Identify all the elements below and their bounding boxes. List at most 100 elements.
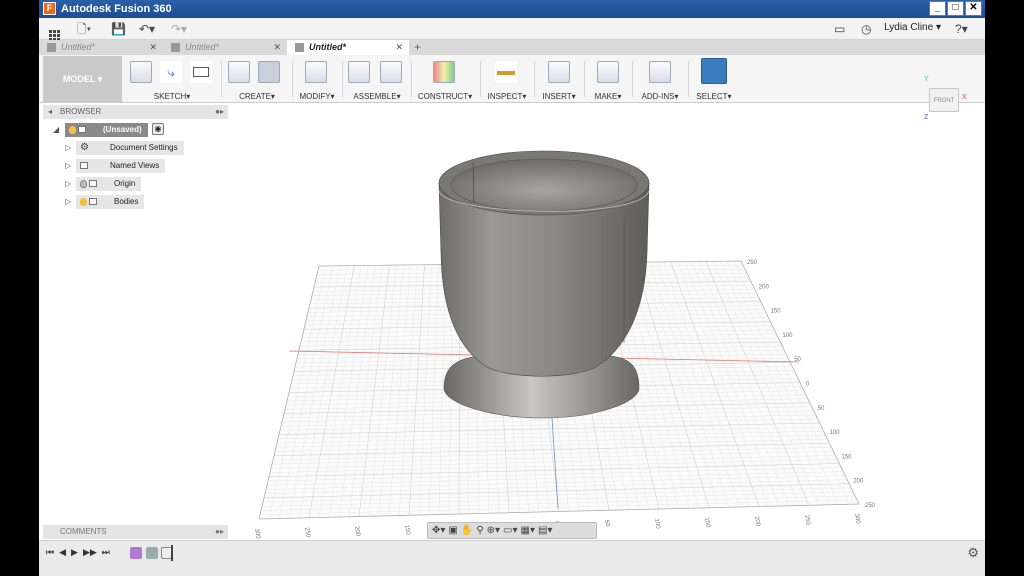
measure-icon[interactable] [495, 61, 517, 83]
minimize-button[interactable]: _ [929, 1, 946, 16]
insert-label: INSERT [542, 92, 572, 101]
modify-label: MODIFY [299, 92, 331, 101]
create-menu[interactable]: CREATE▾ [225, 92, 289, 101]
form-icon[interactable] [258, 61, 280, 83]
document-tab-1[interactable]: Untitled* ✕ [39, 40, 163, 55]
document-tab-2[interactable]: Untitled* ✕ [163, 40, 287, 55]
workspace-switcher[interactable]: MODEL ▾ [43, 56, 122, 102]
3d-print-icon[interactable] [597, 61, 619, 83]
divider [411, 61, 412, 97]
navigation-bar: ✥▾ ▣ ✋ ⚲ ⊕▾ ▭▾ ▦▾ ▤▾ [427, 522, 597, 539]
close-tab-icon[interactable]: ✕ [273, 40, 281, 55]
display-settings-icon[interactable]: ▭▾ [503, 525, 517, 536]
close-button[interactable]: ✕ [965, 1, 982, 16]
grid-tick-label: 50 [603, 520, 610, 528]
form-feature-icon[interactable] [130, 547, 142, 559]
divider [534, 61, 535, 97]
grid-tick-label: 0 [806, 382, 810, 388]
design-canvas[interactable]: 250 200 150 100 50 0 50 100 150 200 250 300 250 200 1… [39, 103, 985, 540]
make-menu[interactable]: MAKE▾ [587, 92, 629, 101]
go-to-start-icon[interactable]: ⏮ [46, 547, 54, 558]
view-cube[interactable]: Y FRONT X Z [924, 76, 974, 121]
offset-plane-icon[interactable] [433, 61, 455, 83]
insert-group: INSERT▾ [537, 55, 581, 103]
divider [480, 61, 481, 97]
grid-tick-label: 100 [653, 518, 661, 530]
step-back-icon[interactable]: ◀ [59, 547, 66, 558]
file-menu-button[interactable]: 🗋▾ [77, 21, 91, 37]
grid-tick-label: 300 [853, 513, 861, 525]
line-icon[interactable]: ⤷ [160, 61, 182, 83]
maximize-button[interactable]: □ [947, 1, 964, 16]
create-group: CREATE▾ [225, 55, 289, 103]
grid-tick-label: 100 [782, 333, 793, 339]
scripts-addins-icon[interactable] [649, 61, 671, 83]
grid-tick-label: 200 [853, 479, 864, 485]
orbit-icon[interactable]: ✥▾ [432, 525, 445, 536]
modify-menu[interactable]: MODIFY▾ [295, 92, 339, 101]
modify-group: MODIFY▾ [295, 55, 339, 103]
redo-button[interactable]: ↷▾ [171, 21, 187, 37]
body-feature-icon[interactable] [146, 547, 158, 559]
insert-image-icon[interactable] [548, 61, 570, 83]
timeline-settings-icon[interactable]: ⚙ [967, 545, 979, 561]
help-icon: ? [955, 22, 962, 36]
insert-menu[interactable]: INSERT▾ [537, 92, 581, 101]
select-menu[interactable]: SELECT▾ [691, 92, 737, 101]
assemble-label: ASSEMBLE [353, 92, 397, 101]
user-name: Lydia Cline [884, 22, 934, 33]
assemble-group: ASSEMBLE▾ [345, 55, 409, 103]
new-tab-button[interactable]: + [414, 40, 421, 55]
divider [342, 61, 343, 97]
make-group: MAKE▾ [587, 55, 629, 103]
y-axis-label: Y [924, 76, 929, 83]
job-status-icon[interactable]: ▭ [834, 21, 845, 37]
play-icon[interactable]: ▶ [71, 547, 78, 558]
sketch-menu[interactable]: SKETCH▾ [127, 92, 217, 101]
viewports-icon[interactable]: ▤▾ [538, 525, 552, 536]
undo-button[interactable]: ↶▾ [139, 21, 155, 37]
addins-label: ADD-INS [641, 92, 675, 101]
joint-icon[interactable] [380, 61, 402, 83]
pin-icon[interactable]: ●▸ [215, 525, 224, 539]
go-to-end-icon[interactable]: ⏭ [102, 547, 110, 558]
timeline-marker[interactable] [171, 545, 173, 561]
cube-icon [47, 43, 56, 52]
document-tab-3[interactable]: Untitled* ✕ [287, 40, 409, 55]
grid-tick-label: 50 [818, 406, 825, 412]
look-at-icon[interactable]: ▣ [448, 525, 457, 536]
pan-icon[interactable]: ✋ [461, 525, 473, 536]
inspect-label: INSPECT [487, 92, 523, 101]
fit-icon[interactable]: ⊕▾ [487, 525, 500, 536]
press-pull-icon[interactable] [305, 61, 327, 83]
comments-panel-header[interactable]: COMMENTS ●▸ [43, 525, 228, 539]
create-label: CREATE [239, 92, 271, 101]
new-component-icon[interactable] [348, 61, 370, 83]
inspect-menu[interactable]: INSPECT▾ [483, 92, 531, 101]
grid-tick-label: 250 [865, 503, 876, 509]
clock-icon[interactable]: ◷ [861, 21, 871, 37]
goblet-body[interactable] [438, 150, 650, 419]
rectangle-icon[interactable] [190, 61, 212, 83]
save-button[interactable]: 💾 [111, 21, 126, 37]
x-axis-label: X [962, 94, 967, 101]
view-cube-front-face[interactable]: FRONT [929, 88, 959, 112]
comments-title: COMMENTS [60, 527, 107, 536]
quick-access-bar: 🗋▾ 💾 ↶▾ ↷▾ ▭ ◷ Lydia Cline ▾ ?▾ [39, 18, 985, 41]
box-icon[interactable] [228, 61, 250, 83]
create-sketch-icon[interactable] [130, 61, 152, 83]
grid-settings-icon[interactable]: ▦▾ [521, 525, 535, 536]
close-tab-icon[interactable]: ✕ [395, 40, 403, 55]
zoom-icon[interactable]: ⚲ [476, 525, 483, 536]
data-panel-button[interactable] [49, 21, 60, 41]
fusion-window: F Autodesk Fusion 360 _ □ ✕ 🗋▾ 💾 ↶▾ ↷▾ ▭… [39, 0, 985, 576]
step-forward-icon[interactable]: ▶▶ [83, 547, 97, 558]
close-tab-icon[interactable]: ✕ [149, 40, 157, 55]
construct-menu[interactable]: CONSTRUCT▾ [413, 92, 477, 101]
user-menu[interactable]: Lydia Cline ▾ [884, 22, 941, 33]
assemble-menu[interactable]: ASSEMBLE▾ [345, 92, 409, 101]
window-controls: _ □ ✕ [929, 1, 982, 16]
help-button[interactable]: ?▾ [955, 21, 968, 37]
addins-menu[interactable]: ADD-INS▾ [635, 92, 685, 101]
select-icon[interactable] [701, 58, 727, 84]
